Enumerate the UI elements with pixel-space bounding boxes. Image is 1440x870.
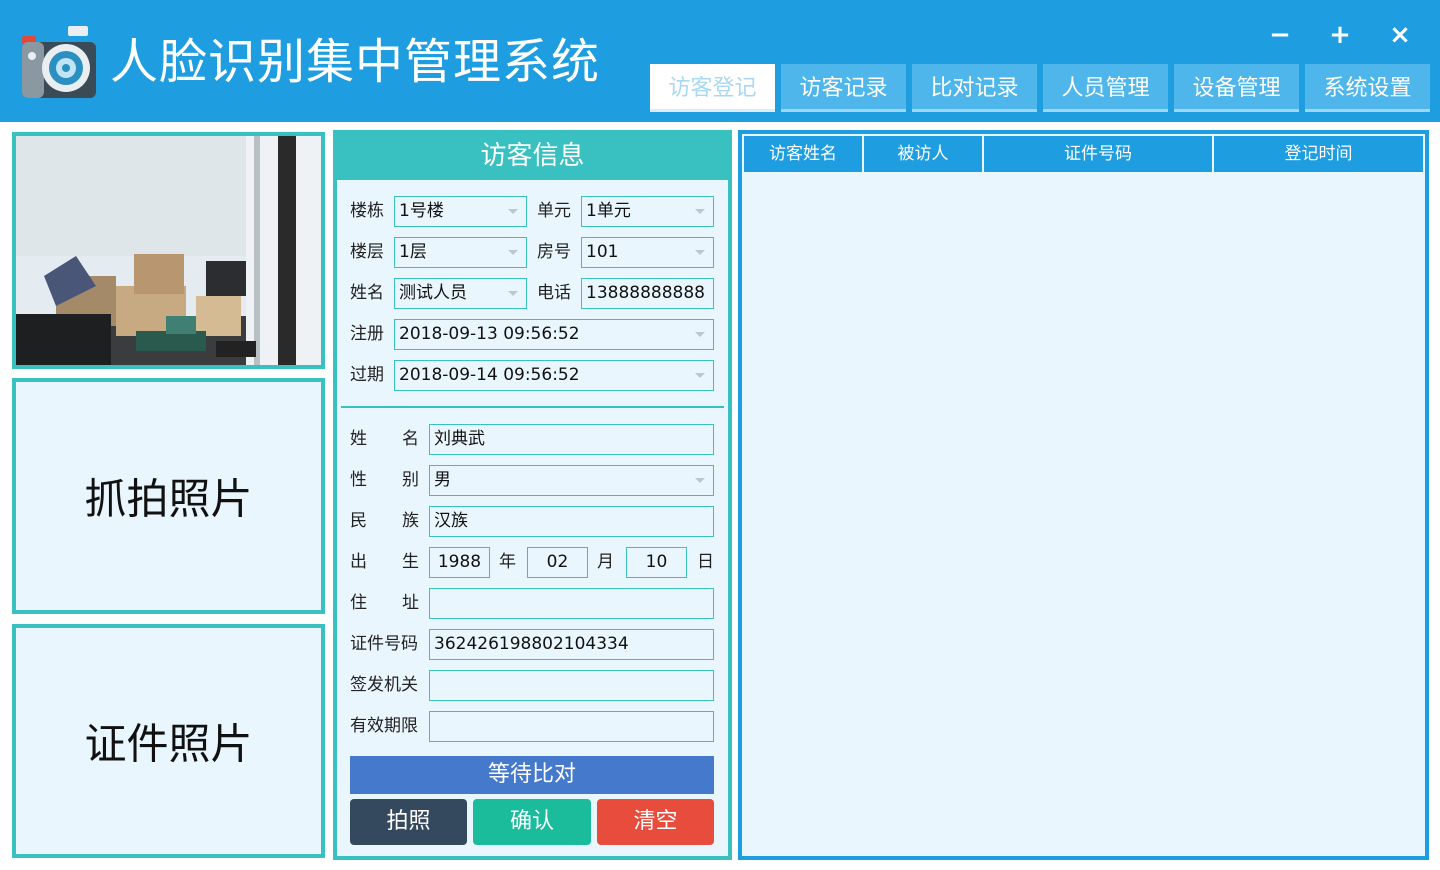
floor-select[interactable]: 1层 <box>394 237 527 268</box>
app-title: 人脸识别集中管理系统 <box>110 34 601 90</box>
tab-visitor-records[interactable]: 访客记录 <box>781 64 906 112</box>
host-name-select[interactable]: 测试人员 <box>394 278 527 309</box>
close-button[interactable]: × <box>1382 18 1418 52</box>
capture-photo-panel: 抓拍照片 <box>12 378 325 614</box>
capture-photo-label: 抓拍照片 <box>84 474 253 524</box>
id-number-label: 证件号码 <box>350 634 418 654</box>
birth-year-field[interactable]: 1988 <box>429 547 490 578</box>
unit-select[interactable]: 1单元 <box>581 196 714 227</box>
birth-year-unit: 年 <box>499 552 516 572</box>
camera-preview <box>12 132 325 369</box>
birth-day-field[interactable]: 10 <box>626 547 687 578</box>
records-table-panel: 访客姓名 被访人 证件号码 登记时间 <box>738 130 1429 860</box>
chevron-down-icon <box>695 478 705 483</box>
validity-label: 有效期限 <box>350 716 418 736</box>
id-name-label-b: 名 <box>402 429 419 449</box>
main-content: 抓拍照片 证件照片 访客信息 楼栋 1号楼 单元 1单元 楼层 1层 房号 10… <box>0 122 1440 870</box>
unit-label: 单元 <box>537 201 571 221</box>
id-name-field[interactable]: 刘典武 <box>429 424 714 455</box>
building-select[interactable]: 1号楼 <box>394 196 527 227</box>
ethnicity-label-a: 民 <box>350 511 367 531</box>
floor-value: 1层 <box>399 242 427 262</box>
chevron-down-icon <box>695 250 705 255</box>
id-name-label-a: 姓 <box>350 429 367 449</box>
camera-feed-image <box>16 136 321 365</box>
floor-label: 楼层 <box>350 242 384 262</box>
expire-datetime-value: 2018-09-14 09:56:52 <box>399 365 580 385</box>
issuer-field[interactable] <box>429 670 714 701</box>
take-photo-button[interactable]: 拍照 <box>350 799 467 845</box>
maximize-button[interactable]: + <box>1322 18 1358 52</box>
column-header-register-time[interactable]: 登记时间 <box>1214 136 1423 172</box>
tab-device-management[interactable]: 设备管理 <box>1174 64 1299 112</box>
validity-field[interactable] <box>429 711 714 742</box>
compare-status-bar: 等待比对 <box>350 756 714 794</box>
gender-label-b: 别 <box>402 470 419 490</box>
room-value: 101 <box>586 242 619 262</box>
visitor-info-title: 访客信息 <box>337 134 728 180</box>
building-value: 1号楼 <box>399 201 444 221</box>
building-label: 楼栋 <box>350 201 384 221</box>
gender-label-a: 性 <box>350 470 367 490</box>
unit-value: 1单元 <box>586 201 631 221</box>
host-name-label: 姓名 <box>350 283 384 303</box>
column-header-id-number[interactable]: 证件号码 <box>984 136 1214 172</box>
register-datetime-value: 2018-09-13 09:56:52 <box>399 324 580 344</box>
phone-field[interactable]: 13888888888 <box>581 278 714 309</box>
address-label-b: 址 <box>402 593 419 613</box>
birth-month-unit: 月 <box>597 552 614 572</box>
confirm-button[interactable]: 确认 <box>473 799 591 845</box>
ethnicity-label-b: 族 <box>402 511 419 531</box>
room-select[interactable]: 101 <box>581 237 714 268</box>
tab-visitor-register[interactable]: 访客登记 <box>650 64 775 112</box>
chevron-down-icon <box>695 332 705 337</box>
title-bar: 人脸识别集中管理系统 − + × 访客登记 访客记录 比对记录 人员管理 设备管… <box>0 0 1440 122</box>
birth-label-a: 出 <box>350 552 367 572</box>
ethnicity-field[interactable]: 汉族 <box>429 506 714 537</box>
section-divider <box>341 406 724 408</box>
birth-month-field[interactable]: 02 <box>527 547 588 578</box>
camera-logo-icon <box>22 26 96 98</box>
chevron-down-icon <box>508 209 518 214</box>
issuer-label: 签发机关 <box>350 675 418 695</box>
room-label: 房号 <box>537 242 571 262</box>
expire-label: 过期 <box>350 365 384 385</box>
id-photo-panel: 证件照片 <box>12 624 325 858</box>
visitor-info-panel: 访客信息 楼栋 1号楼 单元 1单元 楼层 1层 房号 101 姓名 测试人员 … <box>333 130 732 860</box>
gender-select[interactable]: 男 <box>429 465 714 496</box>
column-header-host[interactable]: 被访人 <box>864 136 984 172</box>
chevron-down-icon <box>695 373 705 378</box>
register-datetime-picker[interactable]: 2018-09-13 09:56:52 <box>394 319 714 350</box>
address-field[interactable] <box>429 588 714 619</box>
tab-system-settings[interactable]: 系统设置 <box>1305 64 1430 112</box>
register-label: 注册 <box>350 324 384 344</box>
birth-day-unit: 日 <box>697 552 714 572</box>
clear-button[interactable]: 清空 <box>597 799 714 845</box>
phone-label: 电话 <box>537 283 571 303</box>
chevron-down-icon <box>508 250 518 255</box>
tab-compare-records[interactable]: 比对记录 <box>912 64 1037 112</box>
id-photo-label: 证件照片 <box>84 719 253 769</box>
host-name-value: 测试人员 <box>399 283 467 303</box>
gender-value: 男 <box>434 470 451 490</box>
minimize-button[interactable]: − <box>1262 18 1298 52</box>
column-header-visitor-name[interactable]: 访客姓名 <box>744 136 864 172</box>
table-header: 访客姓名 被访人 证件号码 登记时间 <box>744 136 1423 172</box>
id-number-field[interactable]: 362426198802104334 <box>429 629 714 660</box>
tab-personnel-management[interactable]: 人员管理 <box>1043 64 1168 112</box>
expire-datetime-picker[interactable]: 2018-09-14 09:56:52 <box>394 360 714 391</box>
address-label-a: 住 <box>350 593 367 613</box>
chevron-down-icon <box>695 209 705 214</box>
birth-label-b: 生 <box>402 552 419 572</box>
chevron-down-icon <box>508 291 518 296</box>
